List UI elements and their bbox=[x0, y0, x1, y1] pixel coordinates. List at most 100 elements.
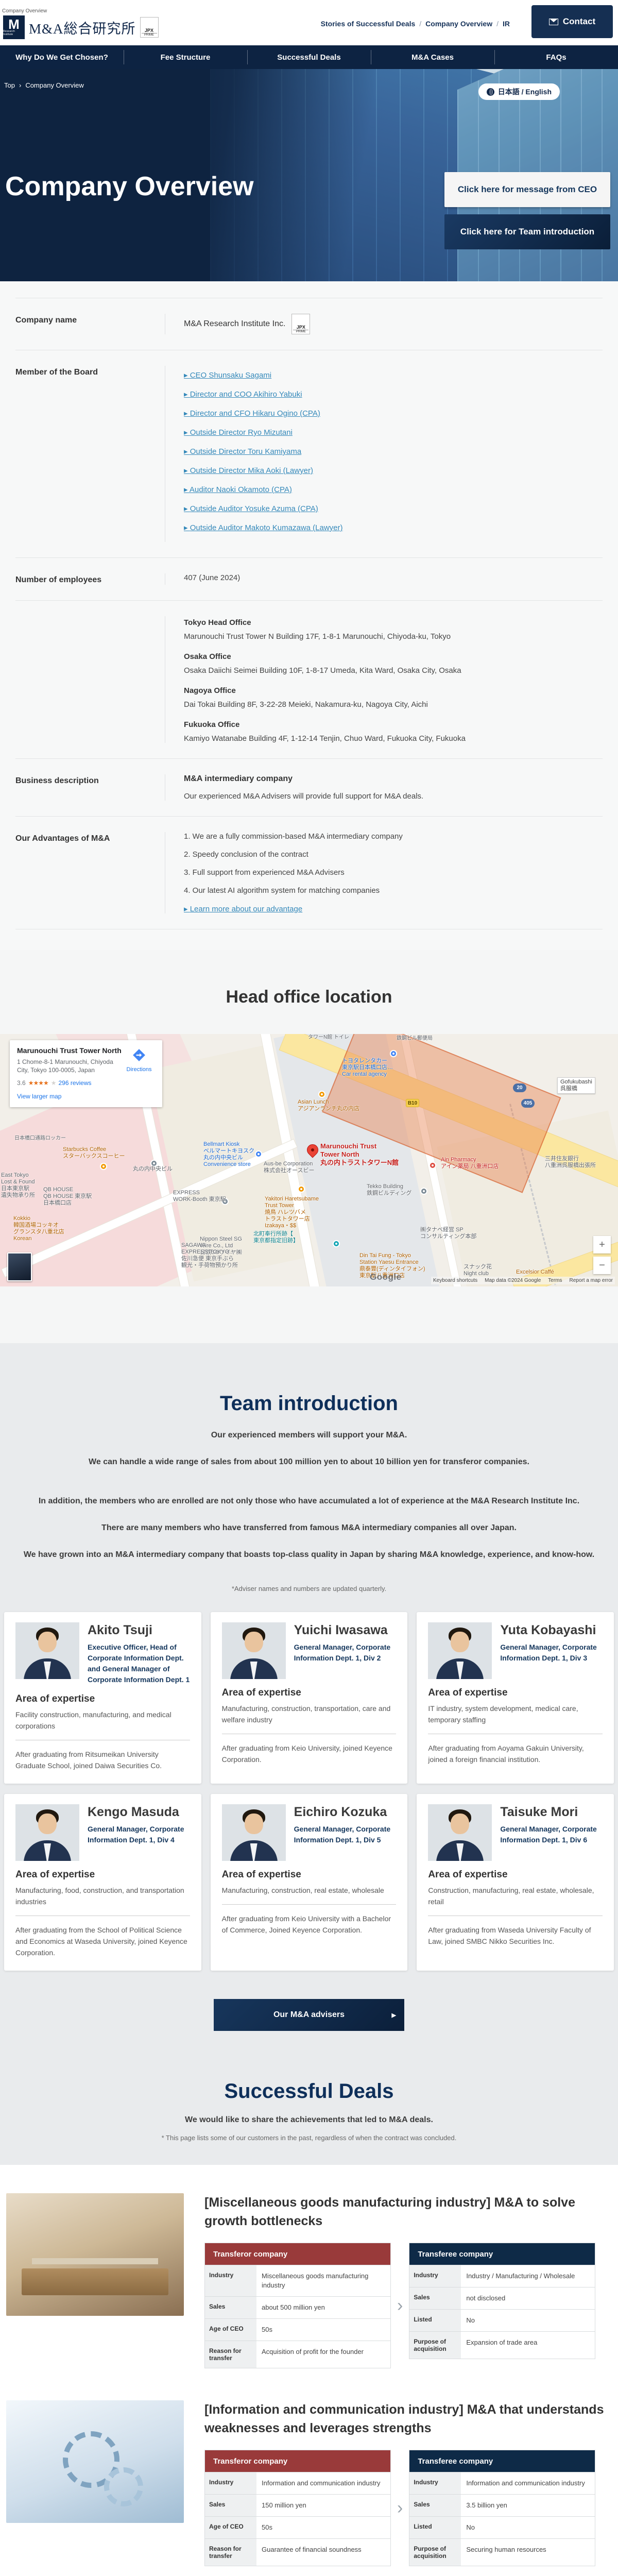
nav-faqs[interactable]: FAQs bbox=[494, 45, 618, 69]
map-poi-label[interactable]: スナック花 Night club bbox=[464, 1264, 492, 1277]
transferor-table: Transferor company Industry Information a… bbox=[204, 2450, 391, 2566]
office-name: Fukuoka Office bbox=[184, 720, 240, 729]
board-member-link[interactable]: Director and COO Akihiro Yabuki bbox=[184, 390, 302, 399]
table-row: Number of employees 407 (June 2024) bbox=[15, 558, 603, 601]
map-poi-label[interactable]: Ain Pharmacy アイン薬局 八重洲口店 bbox=[441, 1157, 499, 1170]
header-link-company-overview[interactable]: Company Overview bbox=[425, 20, 492, 28]
advantage-item: 4. Our latest AI algorithm system for ma… bbox=[184, 886, 380, 895]
map-poi-label[interactable]: Asian Lunch アジアンランチ丸の内店 bbox=[298, 1099, 359, 1112]
nav-successful-deals[interactable]: Successful Deals bbox=[247, 45, 371, 69]
poi-pharmacy-icon[interactable] bbox=[430, 1163, 435, 1168]
table-row: Tokyo Head Office Marunouchi Trust Tower… bbox=[15, 601, 603, 759]
map-poi-label-head-office[interactable]: Marunouchi Trust Tower North 丸の内トラストタワーN… bbox=[320, 1142, 399, 1167]
view-larger-map-link[interactable]: View larger map bbox=[17, 1093, 61, 1100]
board-member-link[interactable]: Outside Director Mika Aoki (Lawyer) bbox=[184, 466, 313, 475]
map-poi-label[interactable]: Bellmart Kiosk ベルマートキヨスク 丸の内中央ビル Conveni… bbox=[203, 1141, 254, 1168]
row-label bbox=[15, 616, 165, 743]
street-view-thumbnail[interactable] bbox=[7, 1252, 32, 1281]
keyboard-shortcuts-link[interactable]: Keyboard shortcuts bbox=[433, 1278, 477, 1283]
map-poi-label[interactable]: ㈱タナベ経営 SP コンサルティング本部 bbox=[420, 1227, 476, 1240]
map-zoom-out-button[interactable]: − bbox=[593, 1257, 611, 1274]
our-ma-advisers-button[interactable]: Our M&A advisers ▶ bbox=[214, 1999, 404, 2031]
map-zoom-in-button[interactable]: + bbox=[593, 1236, 611, 1253]
board-member-link[interactable]: Director and CFO Hikaru Ogino (CPA) bbox=[184, 409, 320, 418]
hero-banner: Top › Company Overview 日本語 / English Com… bbox=[0, 69, 618, 281]
directions-button[interactable]: Directions bbox=[123, 1046, 155, 1074]
breadcrumb: Top › Company Overview bbox=[4, 81, 84, 89]
map-terms-link[interactable]: Terms bbox=[548, 1278, 562, 1283]
route-shield-b10: B10 bbox=[406, 1099, 419, 1107]
office-address: Osaka Daiichi Seimei Building 10F, 1-8-1… bbox=[184, 666, 461, 675]
transferee-header: Transferee company bbox=[409, 2243, 595, 2265]
learn-more-advantage-link[interactable]: Learn more about our advantage bbox=[184, 905, 302, 913]
board-member-link[interactable]: Outside Director Ryo Mizutani bbox=[184, 428, 293, 437]
board-member-link[interactable]: Outside Auditor Makoto Kumazawa (Lawyer) bbox=[184, 523, 343, 532]
mail-icon bbox=[548, 18, 558, 25]
map-poi-label[interactable]: Yakitori Haretsubame Trust Tower 焼鳥 ハレツバ… bbox=[265, 1196, 319, 1229]
breadcrumb-top[interactable]: Top bbox=[4, 81, 15, 89]
star-icon-empty: ★ bbox=[50, 1079, 57, 1087]
member-bio: After graduating from the School of Poli… bbox=[15, 1926, 187, 1957]
poi-restaurant-icon[interactable] bbox=[299, 1187, 304, 1192]
nav-ma-cases[interactable]: M&A Cases bbox=[371, 45, 494, 69]
board-member-link[interactable]: CEO Shunsaku Sagami bbox=[184, 371, 271, 380]
map-poi-label[interactable]: 北町奉行所跡【 東京都指定旧跡】 bbox=[253, 1231, 299, 1244]
google-map[interactable]: 日本橋口通路ロッカー Starbucks Coffee スターバックスコーヒー … bbox=[0, 1034, 618, 1286]
board-member-link[interactable]: Outside Auditor Yosuke Azuma (CPA) bbox=[184, 504, 318, 513]
member-title: General Manager, Corporate Information D… bbox=[500, 1643, 597, 1662]
cell-value: Guarantee of financial soundness bbox=[262, 2546, 362, 2553]
map-poi-label[interactable]: Kokkio 韓国酒場コッキオ グランスタ八重北店 Korean bbox=[13, 1215, 64, 1242]
member-bio: After graduating from Keio University wi… bbox=[221, 1914, 391, 1934]
header-links: Stories of Successful Deals / Company Ov… bbox=[320, 20, 510, 28]
poi-cafe-icon[interactable] bbox=[319, 1092, 324, 1097]
poi-building-icon[interactable] bbox=[421, 1189, 426, 1194]
member-expertise: Manufacturing, construction, transportat… bbox=[221, 1703, 397, 1734]
map-poi-label[interactable]: QB HOUSE QB HOUSE 東京駅 日本橋口店 bbox=[43, 1187, 92, 1207]
map-poi-label[interactable]: Starbucks Coffee スターバックスコーヒー bbox=[63, 1146, 125, 1160]
map-poi-label[interactable]: トヨタレンタカー 東京駅日本橋口店… Car rental agency bbox=[342, 1058, 393, 1078]
row-label: Company name bbox=[15, 316, 77, 325]
map-poi-label[interactable]: EXPRESS WORK-Booth 東京駅 bbox=[173, 1190, 226, 1203]
map-poi-label[interactable]: 鉄鋼ビル郵便局 bbox=[397, 1035, 433, 1042]
header-link-ir[interactable]: IR bbox=[503, 20, 510, 28]
employees-value: 407 (June 2024) bbox=[165, 573, 603, 585]
deal-title: [Information and communication industry]… bbox=[204, 2402, 604, 2435]
reviews-link[interactable]: 296 reviews bbox=[58, 1079, 91, 1087]
section-heading-team: Team introduction bbox=[220, 1392, 398, 1415]
cta-message-from-ceo[interactable]: Click here for message from CEO bbox=[444, 172, 610, 207]
contact-button[interactable]: Contact bbox=[531, 5, 613, 38]
header-link-successful-deals[interactable]: Stories of Successful Deals bbox=[321, 20, 416, 28]
map-poi-label[interactable]: East Tokyo Lost & Found 日本東京駅 遺失物承り所 bbox=[1, 1172, 35, 1199]
cta-team-introduction[interactable]: Click here for Team introduction bbox=[444, 214, 610, 249]
advantages-list: 1. We are a fully commission-based M&A i… bbox=[184, 832, 603, 895]
language-switcher[interactable]: 日本語 / English bbox=[478, 83, 560, 100]
poi-car-rental-icon[interactable] bbox=[391, 1051, 396, 1056]
office-address: Dai Tokai Building 8F, 3-22-28 Meieki, N… bbox=[184, 700, 428, 709]
map-place-label[interactable]: Gofukubashi 呉服橋 bbox=[557, 1077, 595, 1094]
map-poi-label[interactable]: 三井住友銀行 八重洲呉服橋出張所 bbox=[545, 1156, 596, 1169]
map-data-attribution: Map data ©2024 Google bbox=[485, 1278, 541, 1283]
member-photo bbox=[15, 1622, 79, 1679]
poi-store-icon[interactable] bbox=[256, 1151, 261, 1157]
team-introduction-section: Team introduction Our experienced member… bbox=[0, 1343, 618, 2165]
globe-icon bbox=[486, 88, 494, 96]
poi-building-icon[interactable] bbox=[151, 1161, 157, 1166]
map-poi-label[interactable]: タワーN館 トイレ bbox=[308, 1034, 349, 1041]
map-poi-label[interactable]: 日本橋口通路ロッカー bbox=[14, 1135, 66, 1142]
map-poi-label[interactable]: 丸の内中央ビル bbox=[133, 1166, 173, 1173]
poi-landmark-icon[interactable] bbox=[334, 1241, 339, 1246]
map-poi-label[interactable]: Excelsior Caffé bbox=[516, 1269, 554, 1276]
nav-why-chosen[interactable]: Why Do We Get Chosen? bbox=[0, 45, 124, 69]
poi-cafe-icon[interactable] bbox=[101, 1164, 106, 1169]
map-poi-label[interactable]: Aus-be Corporation 株式会社オースビー bbox=[264, 1161, 314, 1174]
map-poi-label[interactable]: SAGAWA EXPRESS TOKYO... 佐川急便 東京手ぶら 観光・手荷… bbox=[181, 1242, 238, 1269]
nav-fee-structure[interactable]: Fee Structure bbox=[124, 45, 247, 69]
map-poi-label[interactable]: Tekko Building 鉄鋼ビルディング bbox=[367, 1183, 411, 1197]
map-report-error-link[interactable]: Report a map error bbox=[570, 1278, 613, 1283]
member-bio: After graduating from Aoyama Gakuin Univ… bbox=[428, 1744, 584, 1764]
transferor-header: Transferor company bbox=[205, 2450, 390, 2472]
board-member-link[interactable]: Auditor Naoki Okamoto (CPA) bbox=[184, 485, 292, 494]
site-logo[interactable]: M Research Institute M&A総合研究所 JPX PRIME bbox=[3, 15, 159, 39]
member-bio: After graduating from Waseda University … bbox=[428, 1926, 591, 1945]
board-member-link[interactable]: Outside Director Toru Kamiyama bbox=[184, 447, 301, 456]
